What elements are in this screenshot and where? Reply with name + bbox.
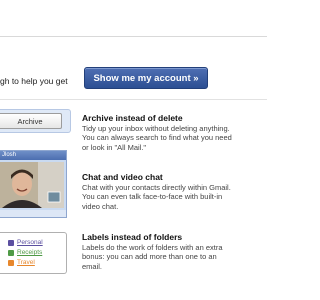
labels-feature-title: Labels instead of folders [82, 232, 183, 242]
archive-illustration: Archive [0, 109, 71, 133]
label-color-swatch [8, 239, 14, 246]
top-divider [0, 36, 267, 37]
label-name: Personal [17, 239, 43, 246]
archive-button-illustration: Archive [0, 113, 62, 129]
labels-illustration: Personal Receipts Travel [0, 232, 67, 274]
label-color-swatch [8, 249, 14, 256]
video-frame [0, 162, 64, 208]
chat-window-header: Jlosh [0, 151, 66, 160]
chat-feature-description: Chat with your contacts directly within … [82, 183, 231, 211]
person-photo-icon [0, 162, 64, 208]
video-chat-illustration: Jlosh [0, 150, 67, 218]
labels-feature-description: Labels do the work of folders with an ex… [82, 243, 223, 271]
chat-feature-title: Chat and video chat [82, 172, 163, 182]
intro-text: gh to help you get [0, 76, 68, 86]
label-item-receipts: Receipts [8, 249, 42, 256]
label-item-personal: Personal [8, 239, 43, 246]
label-name: Receipts [17, 249, 43, 256]
section-divider [0, 99, 267, 100]
label-name: Travel [17, 259, 35, 266]
archive-feature-title: Archive instead of delete [82, 113, 183, 123]
show-my-account-button[interactable]: Show me my account » [84, 67, 208, 89]
label-item-travel: Travel [8, 259, 35, 266]
label-color-swatch [8, 259, 14, 266]
archive-feature-description: Tidy up your inbox without deleting anyt… [82, 124, 232, 152]
chat-controls-bar [0, 210, 66, 217]
